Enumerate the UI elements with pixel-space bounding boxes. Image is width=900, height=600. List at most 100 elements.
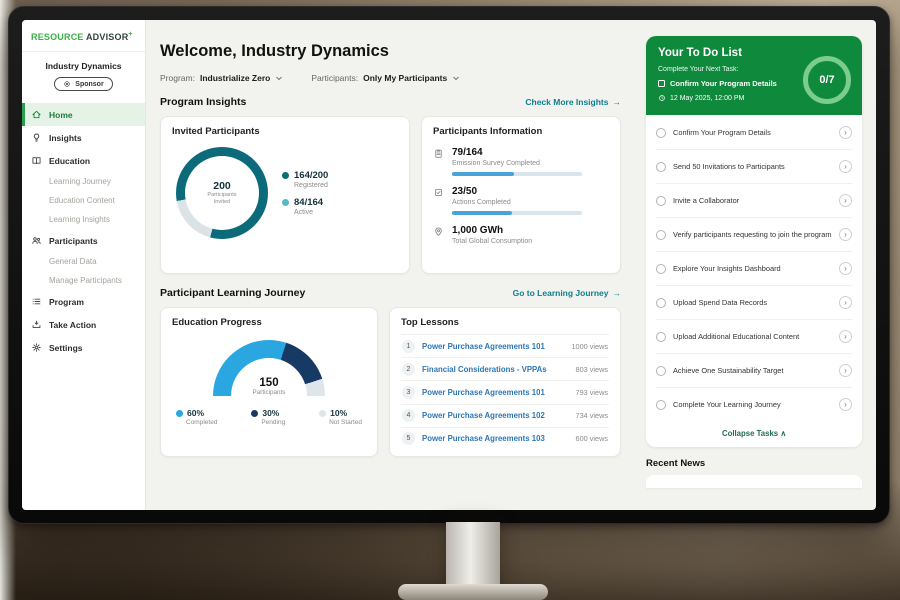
sidebar-item-education-content[interactable]: Education Content: [22, 191, 145, 210]
task-chevron-icon[interactable]: ›: [839, 194, 852, 207]
legend-value: 60%: [187, 408, 204, 418]
todo-task[interactable]: Achieve One Sustainability Target ›: [656, 354, 852, 388]
sidebar-item-program[interactable]: Program: [22, 290, 145, 313]
program-filter-dropdown[interactable]: Program: Industrialize Zero: [160, 73, 283, 83]
todo-task[interactable]: Verify participants requesting to join t…: [656, 218, 852, 252]
participants-filter-value: Only My Participants: [363, 73, 447, 83]
lesson-link[interactable]: Power Purchase Agreements 103: [422, 434, 569, 443]
legend-item-active: 84/164 Active: [282, 197, 328, 216]
legend-dot: [282, 199, 289, 206]
section-title: Participant Learning Journey: [160, 287, 305, 299]
sidebar-item-education[interactable]: Education: [22, 149, 145, 172]
sidebar-item-home[interactable]: Home: [22, 103, 145, 126]
lesson-row: 4 Power Purchase Agreements 102 734 view…: [401, 405, 609, 428]
gear-icon: [31, 342, 42, 353]
go-to-learning-journey-link[interactable]: Go to Learning Journey →: [513, 288, 621, 298]
task-checkbox[interactable]: [656, 128, 666, 138]
task-checkbox[interactable]: [656, 400, 666, 410]
page-title: Welcome, Industry Dynamics: [160, 42, 621, 61]
education-gauge-chart: 150 Participants: [213, 340, 325, 396]
list-icon: [31, 296, 42, 307]
due-date-label: 12 May 2025, 12:00 PM: [670, 95, 744, 102]
todo-task[interactable]: Upload Spend Data Records ›: [656, 286, 852, 320]
lesson-views: 793 views: [576, 388, 608, 397]
chevron-down-icon: [275, 75, 283, 82]
stat-value: 79/164: [452, 147, 582, 158]
todo-task[interactable]: Upload Additional Educational Content ›: [656, 320, 852, 354]
stat-emission-survey: 79/164 Emission Survey Completed: [433, 147, 609, 176]
task-checkbox[interactable]: [656, 366, 666, 376]
sidebar-item-take-action[interactable]: Take Action: [22, 313, 145, 336]
task-chevron-icon[interactable]: ›: [839, 330, 852, 343]
sidebar: RESOURCE ADVISOR+ Industry Dynamics Spon…: [22, 20, 146, 510]
task-checkbox[interactable]: [656, 264, 666, 274]
card-title: Invited Participants: [172, 126, 398, 137]
invited-donut-chart: 200 Participants Invited: [176, 147, 268, 239]
task-chevron-icon[interactable]: ›: [839, 262, 852, 275]
check-square-icon: [433, 187, 444, 198]
task-checkbox[interactable]: [656, 196, 666, 206]
program-insights-header: Program Insights Check More Insights →: [160, 96, 621, 108]
bulb-icon: [31, 132, 42, 143]
filters-row: Program: Industrialize Zero Participants…: [160, 73, 621, 83]
task-chevron-icon[interactable]: ›: [839, 126, 852, 139]
sidebar-item-label: Take Action: [49, 320, 96, 330]
task-label: Invite a Collaborator: [673, 196, 832, 206]
sidebar-item-learning-insights[interactable]: Learning Insights: [22, 210, 145, 229]
sidebar-nav: Home Insights Education Learning Journey…: [22, 101, 145, 361]
lesson-row: 2 Financial Considerations - VPPAs 803 v…: [401, 358, 609, 381]
sidebar-item-insights[interactable]: Insights: [22, 126, 145, 149]
home-icon: [31, 109, 42, 120]
main-content: Welcome, Industry Dynamics Program: Indu…: [146, 20, 634, 510]
todo-task[interactable]: Invite a Collaborator ›: [656, 184, 852, 218]
task-checkbox[interactable]: [656, 298, 666, 308]
task-label: Explore Your Insights Dashboard: [673, 264, 832, 274]
program-insights-cards: Invited Participants 200 Participants In…: [160, 116, 621, 274]
caret-up-icon: ∧: [780, 429, 786, 438]
todo-task[interactable]: Send 50 Invitations to Participants ›: [656, 150, 852, 184]
task-checkbox[interactable]: [656, 332, 666, 342]
task-chevron-icon[interactable]: ›: [839, 364, 852, 377]
task-chevron-icon[interactable]: ›: [839, 296, 852, 309]
todo-task[interactable]: Explore Your Insights Dashboard ›: [656, 252, 852, 286]
donut-legend: 164/200 Registered 84/164 Active: [282, 162, 328, 224]
learning-journey-cards: Education Progress 150 Participants: [160, 307, 621, 457]
collapse-label: Collapse Tasks: [722, 429, 778, 438]
chevron-down-icon: [452, 75, 460, 82]
sidebar-item-settings[interactable]: Settings: [22, 336, 145, 359]
legend-item-pending: 30% Pending: [251, 408, 285, 426]
download-icon: [31, 319, 42, 330]
participants-filter-dropdown[interactable]: Participants: Only My Participants: [311, 73, 460, 83]
todo-task-list: Confirm Your Program Details › Send 50 I…: [646, 115, 862, 421]
arrow-right-icon: →: [613, 288, 622, 298]
book-icon: [31, 155, 42, 166]
lesson-link[interactable]: Power Purchase Agreements 101: [422, 342, 564, 351]
lesson-link[interactable]: Power Purchase Agreements 102: [422, 411, 569, 420]
lesson-views: 600 views: [576, 434, 608, 443]
sidebar-item-learning-journey[interactable]: Learning Journey: [22, 172, 145, 191]
legend-dot: [319, 410, 326, 417]
task-checkbox[interactable]: [656, 162, 666, 172]
sidebar-item-participants[interactable]: Participants: [22, 229, 145, 252]
sponsor-badge[interactable]: Sponsor: [54, 77, 112, 91]
task-chevron-icon[interactable]: ›: [839, 228, 852, 241]
lesson-link[interactable]: Financial Considerations - VPPAs: [422, 365, 569, 374]
task-chevron-icon[interactable]: ›: [839, 398, 852, 411]
checkbox-icon[interactable]: [658, 80, 665, 87]
todo-next-task[interactable]: Confirm Your Program Details: [658, 79, 798, 88]
task-label: Achieve One Sustainability Target: [673, 366, 832, 376]
task-checkbox[interactable]: [656, 230, 666, 240]
lesson-link[interactable]: Power Purchase Agreements 101: [422, 388, 569, 397]
todo-task[interactable]: Complete Your Learning Journey ›: [656, 388, 852, 421]
todo-task[interactable]: Confirm Your Program Details ›: [656, 116, 852, 150]
recent-news-card: [646, 475, 862, 488]
check-more-insights-link[interactable]: Check More Insights →: [525, 97, 621, 107]
stat-actions-completed: 23/50 Actions Completed: [433, 186, 609, 215]
sidebar-item-manage-participants[interactable]: Manage Participants: [22, 271, 145, 290]
task-chevron-icon[interactable]: ›: [839, 160, 852, 173]
task-label: Upload Spend Data Records: [673, 298, 832, 308]
legend-label: Pending: [261, 419, 285, 426]
sidebar-item-general-data[interactable]: General Data: [22, 252, 145, 271]
task-label: Confirm Your Program Details: [673, 128, 832, 138]
collapse-tasks-link[interactable]: Collapse Tasks ∧: [646, 421, 862, 447]
